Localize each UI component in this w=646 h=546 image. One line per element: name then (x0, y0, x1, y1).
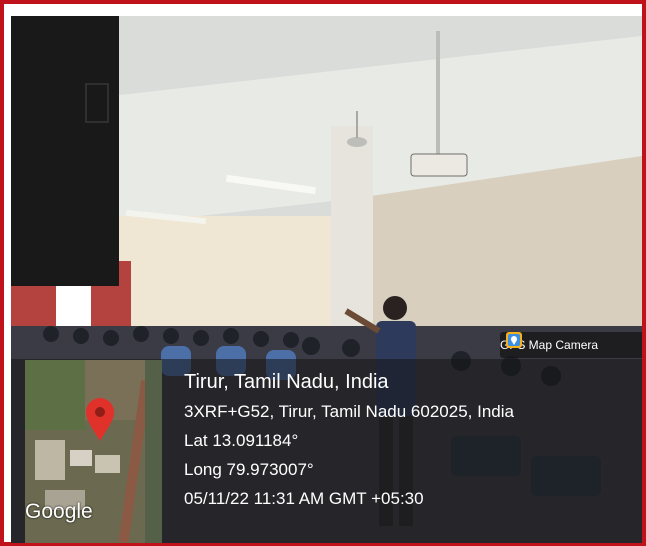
latitude: Lat 13.091184° (184, 431, 299, 450)
longitude: Long 79.973007° (184, 460, 314, 479)
map-provider-label: Google (25, 500, 93, 523)
classroom-photo: Google GPS Map Camera Tirur, Tamil Nadu,… (11, 16, 642, 543)
place-name: Tirur, Tamil Nadu, India (184, 371, 389, 393)
photo-frame: Google GPS Map Camera Tirur, Tamil Nadu,… (0, 0, 646, 546)
gps-map-camera-badge: GPS Map Camera (500, 332, 642, 358)
location-pin-icon (86, 398, 114, 441)
map-pin-app-icon (506, 332, 522, 348)
location-info: Tirur, Tamil Nadu, India 3XRF+G52, Tirur… (184, 372, 640, 519)
address: 3XRF+G52, Tirur, Tamil Nadu 602025, Indi… (184, 402, 514, 421)
map-thumbnail[interactable]: Google (25, 360, 162, 543)
timestamp: 05/11/22 11:31 AM GMT +05:30 (184, 489, 424, 508)
